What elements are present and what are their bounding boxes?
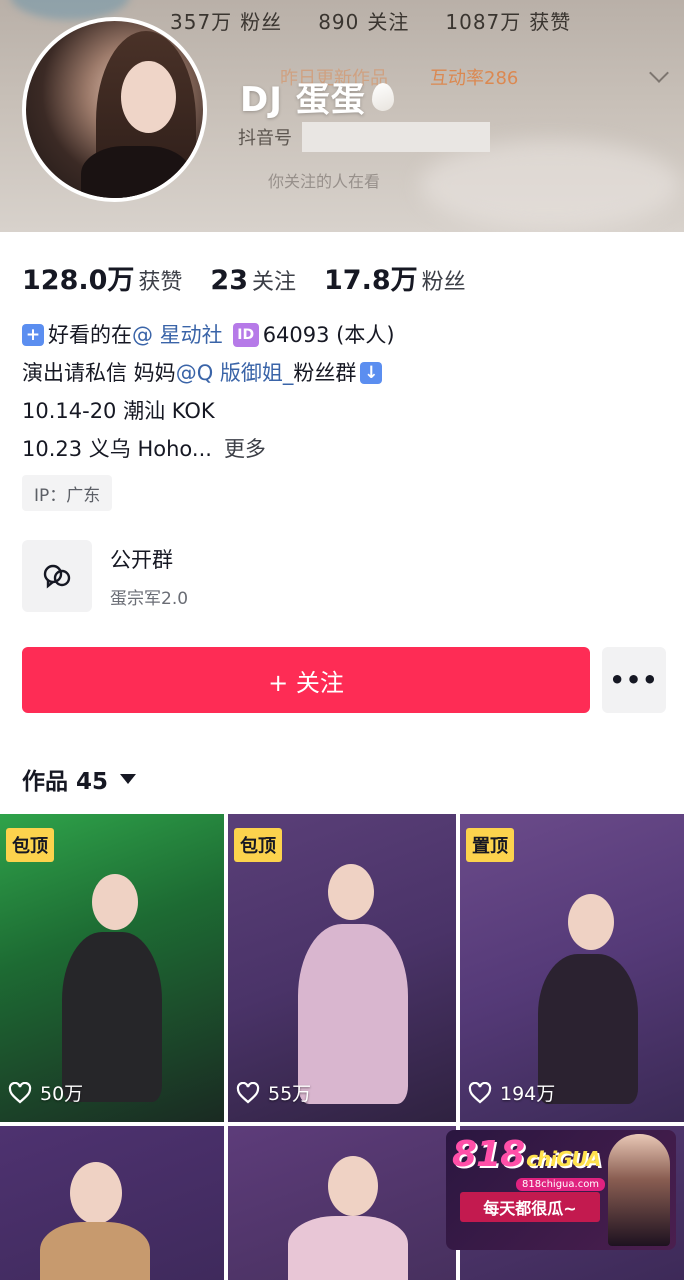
profile-panel: 128.0万 获赞 23 关注 17.8万 粉丝 + 好看的在 @ 星动社 ID 64… [0,232,684,1280]
header-top-stats: 357万 粉丝 890 关注 1087万 获赞 [170,6,571,35]
bio-text: 64093 (本人) [262,323,395,347]
banner-blur-shape [420,140,680,230]
header-stat-following: 890 关注 [318,10,410,34]
public-group-entry[interactable]: 公开群 蛋宗军2.0 [22,540,188,612]
thumb-head-shape [70,1162,122,1224]
heart-icon [468,1081,492,1104]
profile-stats: 128.0万 获赞 23 关注 17.8万 粉丝 [22,258,466,297]
video-tile[interactable]: 包顶 55万 [228,814,456,1122]
likes-count: 55万 [268,1083,312,1105]
bio-line-2: 演出请私信 妈妈 @Q 版御姐_ 粉丝群 ↓ [22,354,395,392]
group-chat-icon [22,540,92,612]
stat-likes[interactable]: 128.0万 获赞 [22,258,182,297]
more-options-button[interactable]: ••• [602,647,666,713]
video-tile[interactable]: 包顶 50万 [0,814,224,1122]
ad-slogan: 每天都很瓜~ [460,1192,600,1222]
ad-domain: 818chigua.com [516,1178,606,1191]
profile-name-text: DJ 蛋蛋 [240,80,366,120]
bio-line-3: 10.14-20 潮汕 KOK [22,399,215,423]
stat-following[interactable]: 23 关注 [210,264,296,296]
stat-fans[interactable]: 17.8万 粉丝 [324,258,466,297]
bio-text: 演出请私信 妈妈 [22,361,176,385]
bio-text: 好看的在 [48,323,132,347]
thumb-head-shape [328,864,374,920]
douyin-id-label: 抖音号 [238,128,292,149]
avatar-face-shape [121,61,176,133]
bio-line-1: + 好看的在 @ 星动社 ID 64093 (本人) [22,316,395,354]
header-stat-fans: 357万 粉丝 [170,10,283,34]
faint-interaction-text: 互动率286 [430,68,519,89]
follow-button[interactable]: + 关注 [22,647,590,713]
tab-works[interactable]: 作品 45 [22,762,137,796]
thumb-torso-shape [62,932,162,1102]
bio-mention-link[interactable]: @ 星动社 [132,316,223,354]
ad-logo: 818 chiGUA [452,1134,601,1175]
chevron-down-icon[interactable] [649,63,669,83]
bio-mention-link[interactable]: @Q 版御姐_ [176,354,294,392]
douyin-id-row: 抖音号 [238,122,490,152]
profile-name: DJ 蛋蛋 [240,72,394,121]
profile-header-banner: 357万 粉丝 890 关注 1087万 获赞 昨日更新作品 互动率286 DJ 蛋蛋… [0,0,684,232]
thumb-torso-shape [298,924,408,1104]
video-tile[interactable] [0,1126,224,1280]
egg-icon [371,82,394,111]
group-subtitle: 蛋宗军2.0 [110,588,189,609]
avatar[interactable] [22,17,207,202]
likes-count: 50万 [40,1083,84,1105]
pinned-badge: 包顶 [234,828,282,862]
heart-icon [236,1081,260,1104]
plus-icon: + [22,324,44,346]
caret-down-icon [120,774,137,784]
profile-bio: + 好看的在 @ 星动社 ID 64093 (本人) 演出请私信 妈妈 @Q 版… [22,316,395,468]
tile-likes: 55万 [236,1079,311,1106]
thumb-torso-shape [40,1222,150,1280]
advertisement-overlay[interactable]: 818 chiGUA 818chigua.com 每天都很瓜~ [446,1130,676,1250]
likes-count: 194万 [500,1083,556,1105]
avatar-body-shape [81,146,191,198]
video-tile[interactable]: 置顶 194万 [460,814,684,1122]
thumb-head-shape [568,894,614,950]
works-tab-label: 作品 45 [22,769,109,795]
bio-line-4: 10.23 义乌 Hoho... 更多 [22,430,395,468]
thumb-torso-shape [288,1216,408,1280]
douyin-id-redacted [302,122,490,152]
pinned-badge: 置顶 [466,828,514,862]
bio-text: 粉丝群 [293,361,357,385]
down-arrow-icon: ↓ [360,362,383,384]
thumb-head-shape [92,874,138,930]
tile-likes: 50万 [8,1079,83,1106]
bio-text: 10.23 义乌 Hoho... [22,437,212,461]
pinned-badge: 包顶 [6,828,54,862]
ip-location-tag: IP：广东 [22,475,113,511]
header-stat-likes: 1087万 获赞 [445,10,572,34]
header-faint-follow-text: 你关注的人在看 [268,172,381,191]
thumb-head-shape [328,1156,378,1216]
video-tile[interactable] [228,1126,456,1280]
bio-more-link[interactable]: 更多 [224,430,266,468]
tile-likes: 194万 [468,1079,555,1106]
ad-figure-image [608,1134,670,1246]
id-badge-icon: ID [232,323,259,347]
group-title: 公开群 [110,547,173,572]
heart-icon [8,1081,32,1104]
